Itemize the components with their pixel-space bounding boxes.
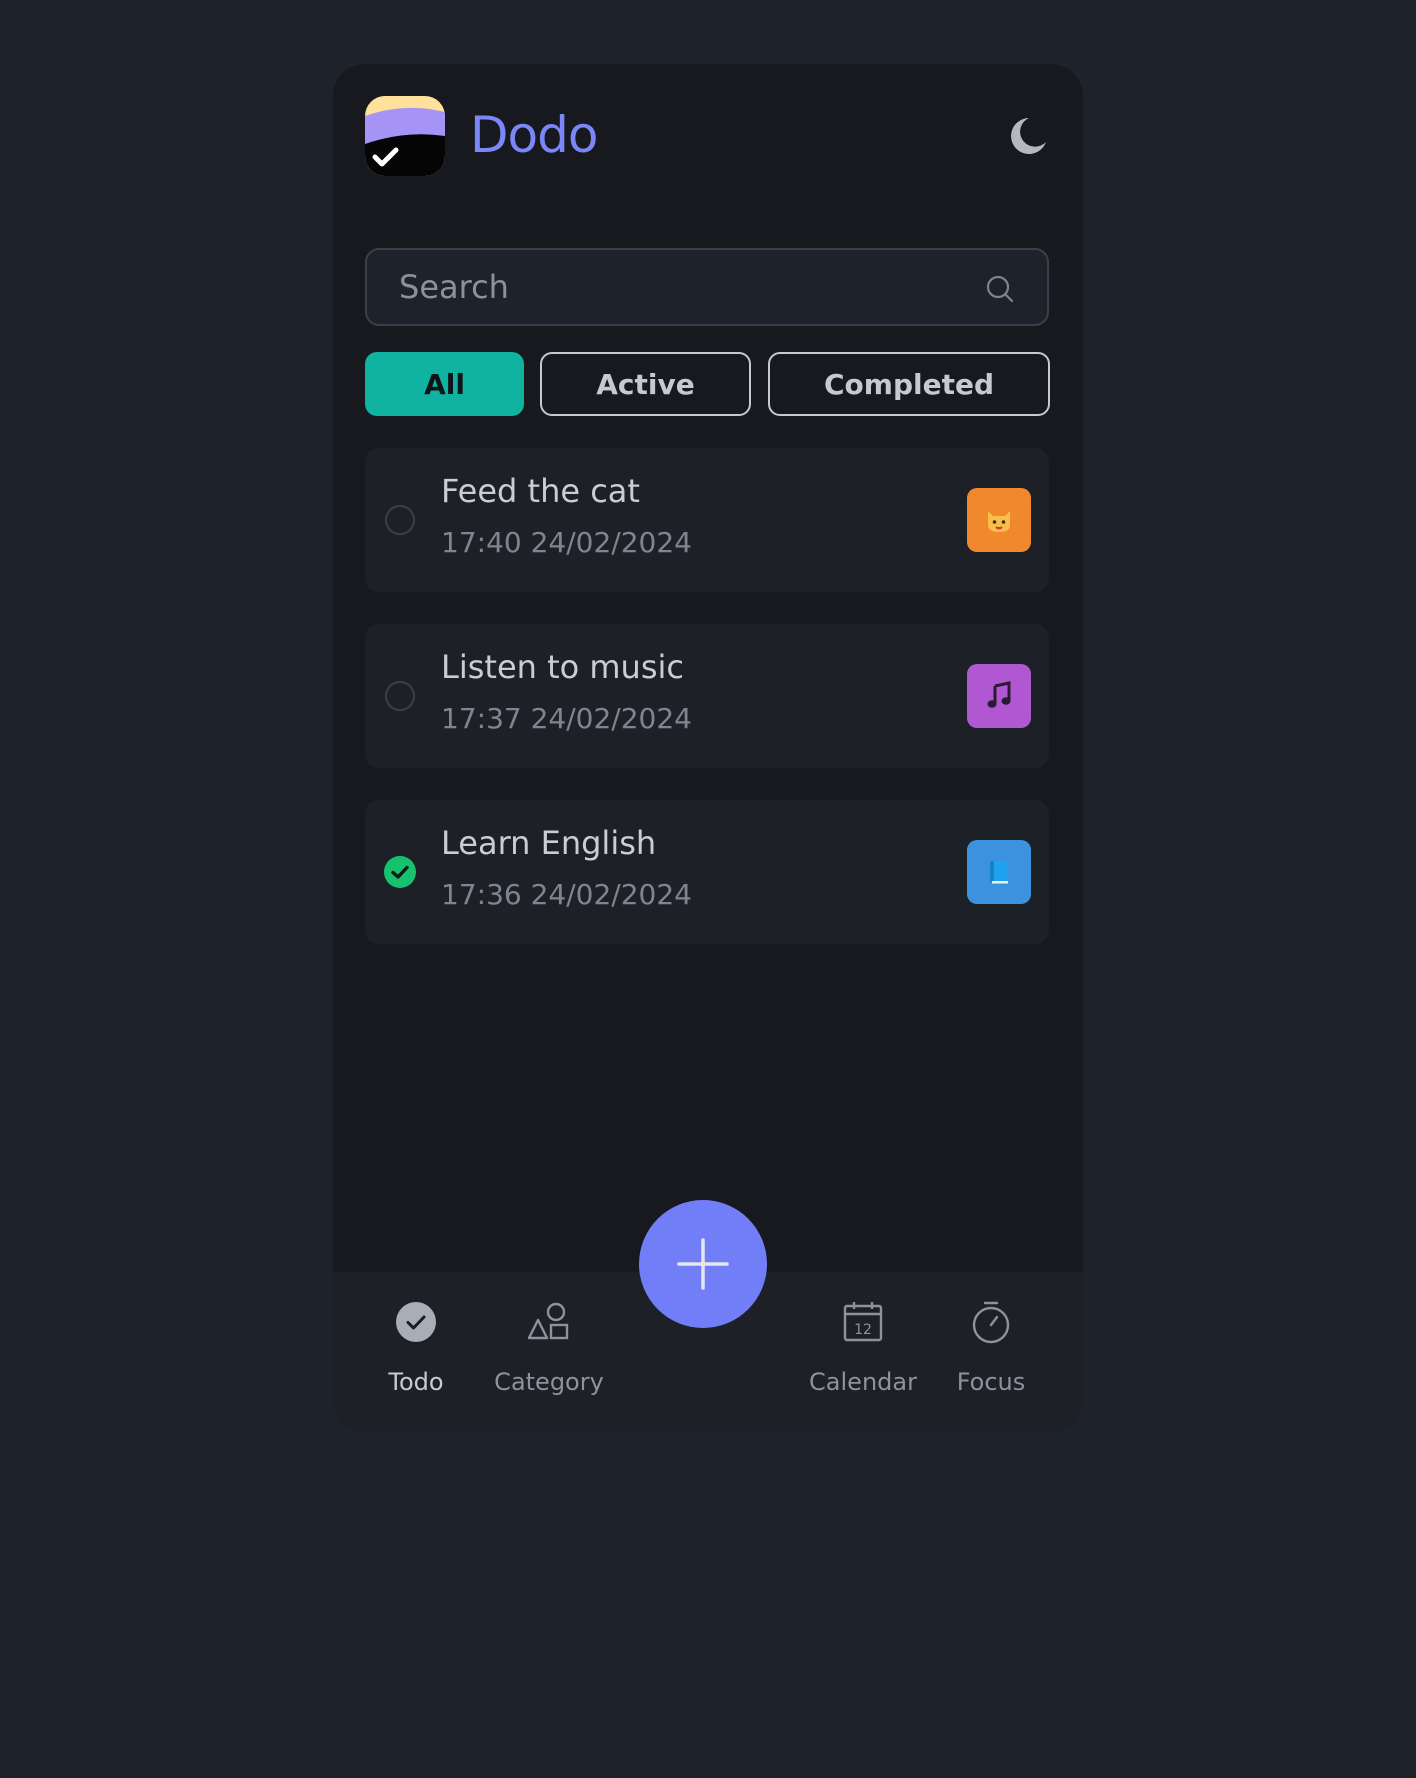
app-title: Dodo [470,106,598,164]
nav-label: Calendar [809,1368,917,1396]
nav-category[interactable]: Category [489,1300,609,1410]
calendar-day-text: 12 [854,1322,872,1338]
nav-label: Focus [956,1368,1026,1396]
moon-icon[interactable] [1005,114,1049,158]
filter-active-button[interactable]: Active [540,352,751,416]
checked-circle-icon[interactable] [384,856,416,888]
shapes-icon [527,1300,571,1344]
task-timestamp: 17:37 24/02/2024 [441,702,692,735]
task-item[interactable]: Feed the cat 17:40 24/02/2024 [365,448,1049,592]
search-icon[interactable] [985,274,1015,304]
task-timestamp: 17:36 24/02/2024 [441,878,692,911]
nav-label: Category [494,1368,604,1396]
nav-label: Todo [388,1368,444,1396]
search-box [365,248,1049,326]
task-item[interactable]: Learn English 17:36 24/02/2024 [365,800,1049,944]
app-logo [365,96,445,176]
filter-completed-button[interactable]: Completed [768,352,1050,416]
music-note-icon [967,664,1031,728]
task-timestamp: 17:40 24/02/2024 [441,526,692,559]
task-title: Learn English [441,824,657,862]
app-window: Dodo All Active Completed Feed the cat 1… [333,64,1083,1432]
stopwatch-icon [969,1300,1013,1344]
unchecked-circle-icon[interactable] [384,680,416,712]
book-icon [967,840,1031,904]
task-title: Feed the cat [441,472,640,510]
search-input[interactable] [367,250,999,324]
calendar-icon: 12 [841,1300,885,1344]
plus-icon [677,1238,729,1290]
nav-focus[interactable]: Focus [953,1300,1029,1410]
filter-all-button[interactable]: All [365,352,524,416]
task-item[interactable]: Listen to music 17:37 24/02/2024 [365,624,1049,768]
unchecked-circle-icon[interactable] [384,504,416,536]
task-title: Listen to music [441,648,684,686]
cat-face-icon [967,488,1031,552]
nav-calendar[interactable]: 12 Calendar [805,1300,921,1410]
nav-todo[interactable]: Todo [373,1300,459,1410]
add-task-button[interactable] [639,1200,767,1328]
check-circle-icon [394,1300,438,1344]
